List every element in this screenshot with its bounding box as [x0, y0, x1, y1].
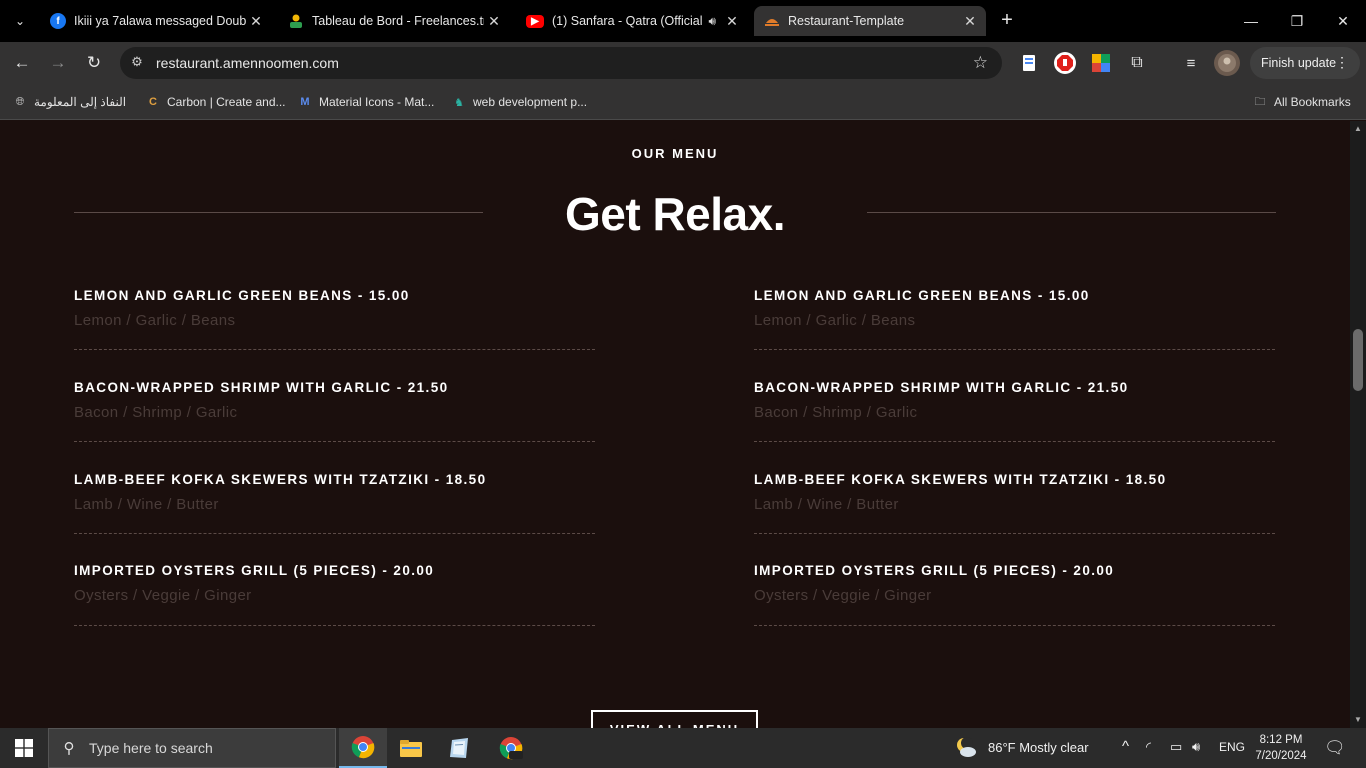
finish-update-button[interactable]: Finish update ⋮: [1250, 47, 1360, 79]
menu-item: BACON-WRAPPED SHRIMP WITH GARLIC - 21.50…: [754, 380, 1275, 442]
color-extension-icon[interactable]: [1090, 52, 1112, 74]
heading-divider-right: [867, 212, 1276, 213]
menu-item-desc: Bacon / Shrimp / Garlic: [74, 404, 238, 421]
more-menu-icon[interactable]: ⋮: [1335, 54, 1349, 71]
volume-icon[interactable]: 🔊︎: [1192, 739, 1200, 755]
tab-youtube[interactable]: ▶ (1) Sanfara - Qatra (Official 🔊︎ ✕: [516, 6, 748, 36]
menu-item: LAMB-BEEF KOFKA SKEWERS WITH TZATZIKI - …: [74, 472, 595, 534]
windows-start-button[interactable]: [0, 728, 48, 768]
menu-item-name: LEMON AND GARLIC GREEN BEANS - 15.00: [754, 288, 1090, 303]
section-eyebrow: OUR MENU: [631, 146, 719, 161]
page-scrollbar[interactable]: ▲ ▼: [1350, 121, 1366, 728]
menu-item-name: IMPORTED OYSTERS GRILL (5 PIECES) - 20.0…: [74, 563, 435, 578]
clock[interactable]: 8:12 PM 7/20/2024: [1252, 732, 1310, 764]
restore-button[interactable]: ❐: [1274, 8, 1320, 34]
menu-item: LEMON AND GARLIC GREEN BEANS - 15.00 Lem…: [754, 288, 1275, 350]
search-icon: ⚲: [63, 740, 75, 757]
menu-item: LAMB-BEEF KOFKA SKEWERS WITH TZATZIKI - …: [754, 472, 1275, 534]
new-tab-button[interactable]: +: [996, 10, 1018, 32]
globe-icon: 🌐︎: [15, 95, 25, 108]
bookmark-item[interactable]: C Carbon | Create and...: [145, 92, 286, 112]
tab-facebook[interactable]: f Ikiii ya 7alawa messaged Double ✕: [40, 6, 272, 36]
taskbar-file-explorer-icon[interactable]: [387, 728, 435, 768]
bookmark-item[interactable]: M Material Icons - Mat...: [297, 92, 434, 112]
clock-time: 8:12 PM: [1259, 734, 1303, 746]
docs-extension-icon[interactable]: [1018, 52, 1040, 74]
menu-item-desc: Lemon / Garlic / Beans: [74, 312, 236, 329]
freelances-icon: [288, 13, 304, 29]
battery-icon[interactable]: ▭: [1170, 739, 1182, 755]
site-info-icon[interactable]: ⚙: [128, 54, 146, 72]
weather-moon-cloud-icon[interactable]: [954, 736, 978, 760]
menu-item-desc: Lemon / Garlic / Beans: [754, 312, 916, 329]
menu-item-name: IMPORTED OYSTERS GRILL (5 PIECES) - 20.0…: [754, 563, 1115, 578]
back-button[interactable]: ←: [10, 51, 34, 75]
view-all-menu-button[interactable]: VIEW ALL MENU: [591, 710, 758, 728]
menu-item-name: BACON-WRAPPED SHRIMP WITH GARLIC - 21.50: [754, 380, 1129, 395]
minimize-button[interactable]: —: [1228, 8, 1274, 34]
taskbar-chrome-profile-icon[interactable]: [487, 728, 535, 768]
taskbar-notes-app-icon[interactable]: [435, 728, 483, 768]
close-tab-icon[interactable]: ✕: [484, 11, 504, 31]
bookmark-star-icon[interactable]: ☆: [973, 53, 988, 73]
tab-search-button[interactable]: ⌄: [8, 9, 32, 33]
carbon-icon: C: [149, 96, 157, 108]
bookmark-item[interactable]: ♞ web development p...: [451, 92, 587, 112]
clock-date: 7/20/2024: [1255, 750, 1307, 762]
scroll-thumb[interactable]: [1353, 329, 1363, 391]
folder-icon: 🗀: [1254, 95, 1266, 108]
tab-freelances[interactable]: Tableau de Bord - Freelances.tn ✕: [278, 6, 510, 36]
media-queue-icon[interactable]: ≡: [1180, 52, 1202, 74]
facebook-icon: f: [50, 13, 66, 29]
menu-item-desc: Oysters / Veggie / Ginger: [754, 587, 932, 604]
material-icon: M: [300, 96, 310, 108]
url-input[interactable]: [156, 53, 936, 73]
tab-restaurant-template[interactable]: Restaurant-Template ✕: [754, 6, 986, 36]
menu-item-name: LEMON AND GARLIC GREEN BEANS - 15.00: [74, 288, 410, 303]
close-window-button[interactable]: ✕: [1320, 8, 1366, 34]
taskbar-search-box[interactable]: ⚲ Type here to search: [48, 728, 336, 768]
menu-item-desc: Bacon / Shrimp / Garlic: [754, 404, 918, 421]
menu-item-name: LAMB-BEEF KOFKA SKEWERS WITH TZATZIKI - …: [754, 472, 1167, 487]
taskbar-chrome-icon[interactable]: [339, 728, 387, 768]
browser-toolbar: ← → ↻ ⚙ ☆ ⧉ ≡ Finish update ⋮: [0, 42, 1366, 84]
weather-text[interactable]: 86°F Mostly clear: [988, 740, 1089, 755]
menu-item: IMPORTED OYSTERS GRILL (5 PIECES) - 20.0…: [74, 563, 595, 626]
youtube-icon: ▶: [526, 14, 544, 28]
close-tab-icon[interactable]: ✕: [960, 11, 980, 31]
tab-strip: ⌄ f Ikiii ya 7alawa messaged Double ✕ Ta…: [0, 0, 1366, 42]
menu-item-desc: Lamb / Wine / Butter: [74, 496, 219, 513]
speaker-icon[interactable]: 🔊︎: [708, 14, 716, 29]
close-tab-icon[interactable]: ✕: [722, 11, 742, 31]
language-indicator[interactable]: ENG: [1219, 740, 1245, 754]
profile-avatar[interactable]: [1214, 50, 1240, 76]
menu-item-desc: Oysters / Veggie / Ginger: [74, 587, 252, 604]
scroll-down-arrow-icon[interactable]: ▼: [1350, 712, 1366, 728]
restaurant-icon: [764, 13, 780, 29]
forward-button[interactable]: →: [46, 51, 70, 75]
menu-item-name: BACON-WRAPPED SHRIMP WITH GARLIC - 21.50: [74, 380, 449, 395]
windows-logo-icon: [15, 739, 33, 757]
reload-button[interactable]: ↻: [82, 51, 106, 75]
adblock-extension-icon[interactable]: [1054, 52, 1076, 74]
menu-item-desc: Lamb / Wine / Butter: [754, 496, 899, 513]
close-tab-icon[interactable]: ✕: [246, 11, 266, 31]
scroll-up-arrow-icon[interactable]: ▲: [1350, 121, 1366, 137]
bookmark-item[interactable]: 🌐︎ النفاذ إلى المعلومة: [12, 92, 127, 112]
menu-section: OUR MENU Get Relax. LEMON AND GARLIC GRE…: [0, 121, 1350, 728]
menu-item: LEMON AND GARLIC GREEN BEANS - 15.00 Lem…: [74, 288, 595, 350]
menu-item: BACON-WRAPPED SHRIMP WITH GARLIC - 21.50…: [74, 380, 595, 442]
section-heading: Get Relax.: [565, 188, 786, 240]
show-hidden-icons-chevron-icon[interactable]: ^: [1122, 738, 1129, 755]
menu-item: IMPORTED OYSTERS GRILL (5 PIECES) - 20.0…: [754, 563, 1275, 626]
menu-item-name: LAMB-BEEF KOFKA SKEWERS WITH TZATZIKI - …: [74, 472, 487, 487]
address-bar[interactable]: ⚙ ☆: [120, 47, 1002, 79]
notification-center-icon[interactable]: 🗨︎: [1324, 738, 1346, 758]
bookmarks-bar: 🌐︎ النفاذ إلى المعلومة C Carbon | Create…: [0, 84, 1366, 120]
all-bookmarks-button[interactable]: 🗀 All Bookmarks: [1252, 92, 1351, 112]
network-icon[interactable]: ◜: [1146, 739, 1151, 755]
windows-taskbar: ⚲ Type here to search 86°F Mostly clear …: [0, 728, 1366, 768]
extensions-puzzle-icon[interactable]: ⧉: [1126, 52, 1148, 74]
bookmark-icon: ♞: [454, 96, 464, 109]
